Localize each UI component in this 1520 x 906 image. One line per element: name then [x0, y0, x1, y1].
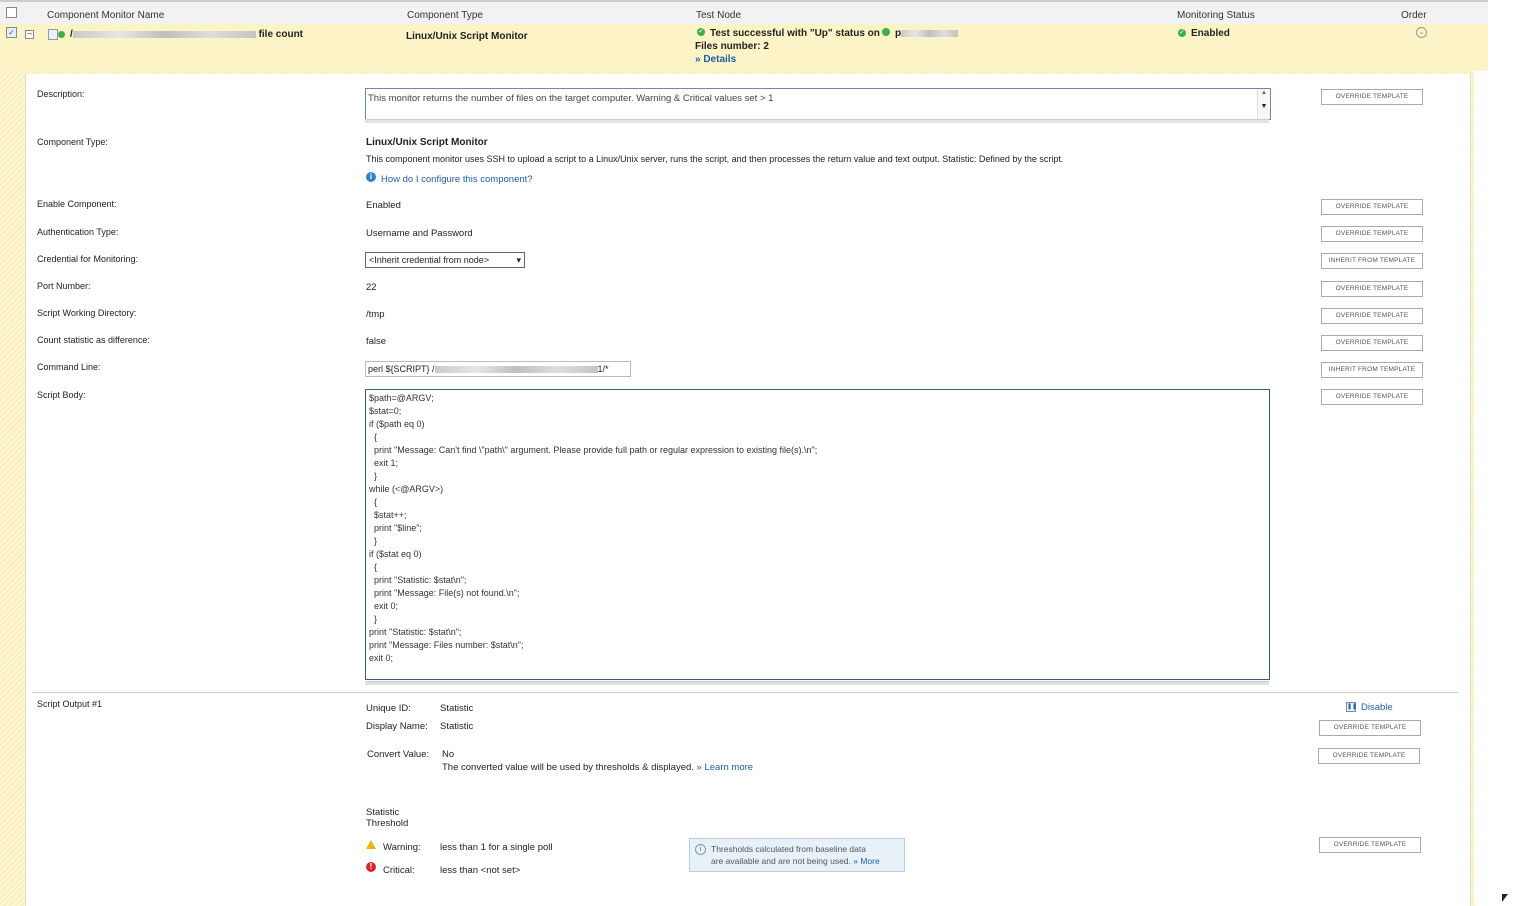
description-label: Description:	[37, 89, 85, 99]
section-divider	[32, 692, 1458, 693]
override-template-button[interactable]: OVERRIDE TEMPLATE	[1321, 389, 1423, 405]
critical-label: Critical:	[383, 865, 415, 876]
info-icon: i	[366, 172, 376, 182]
override-template-button[interactable]: OVERRIDE TEMPLATE	[1319, 837, 1421, 853]
chevron-down-icon[interactable]: ⌄	[1416, 27, 1427, 38]
baseline-more-link[interactable]: » More	[853, 856, 879, 866]
row-checkbox[interactable]: ✓	[6, 27, 17, 38]
component-icon	[48, 29, 58, 40]
test-result: Test successful with "Up" status on	[710, 28, 880, 39]
files-number: Files number: 2	[695, 41, 769, 52]
override-template-button[interactable]: OVERRIDE TEMPLATE	[1318, 748, 1420, 764]
info-icon: i	[695, 844, 706, 855]
col-header-name[interactable]: Component Monitor Name	[47, 10, 164, 21]
chevron-down-icon: ▾	[516, 255, 521, 265]
pause-icon[interactable]: ❚❚	[1346, 702, 1357, 712]
override-template-button[interactable]: OVERRIDE TEMPLATE	[1319, 720, 1421, 736]
override-template-button[interactable]: OVERRIDE TEMPLATE	[1321, 281, 1423, 297]
table-header: Component Monitor Name Component Type Te…	[0, 0, 1488, 27]
description-field[interactable]: This monitor returns the number of files…	[365, 88, 1271, 120]
convert-value: No	[442, 749, 455, 760]
port-value: 22	[366, 282, 377, 293]
override-template-button[interactable]: OVERRIDE TEMPLATE	[1321, 335, 1423, 351]
credential-select[interactable]: <Inherit credential from node> ▾	[365, 252, 525, 268]
col-header-status[interactable]: Monitoring Status	[1177, 10, 1255, 21]
command-line-label: Command Line:	[37, 362, 101, 372]
override-template-button[interactable]: OVERRIDE TEMPLATE	[1321, 226, 1423, 242]
workdir-label: Script Working Directory:	[37, 308, 137, 318]
warning-label: Warning:	[383, 842, 421, 853]
convert-note: The converted value will be used by thre…	[442, 762, 754, 773]
auth-type-value: Username and Password	[366, 228, 473, 239]
component-type-label: Component Type:	[37, 137, 108, 147]
status-up-icon	[58, 31, 65, 38]
node-status-icon	[882, 28, 890, 36]
workdir-value: /tmp	[366, 309, 385, 320]
count-statistic-label: Count statistic as difference:	[37, 335, 150, 345]
warning-value: less than 1 for a single poll	[440, 842, 553, 853]
command-line-input[interactable]: perl ${SCRIPT} /1/*	[365, 361, 631, 377]
display-name-value: Statistic	[440, 721, 474, 732]
enabled-check-icon: ✓	[1178, 29, 1186, 37]
warning-icon	[366, 840, 376, 849]
port-label: Port Number:	[37, 281, 91, 291]
select-all-checkbox[interactable]	[6, 7, 17, 18]
count-statistic-value: false	[366, 336, 387, 347]
credential-label: Credential for Monitoring:	[37, 254, 139, 264]
description-scrollbar[interactable]: ▲ ▼	[1257, 89, 1270, 119]
display-name-label: Display Name:	[366, 721, 428, 732]
baseline-info-box: i Thresholds calculated from baseline da…	[689, 838, 905, 872]
override-template-button[interactable]: OVERRIDE TEMPLATE	[1321, 199, 1423, 215]
help-link[interactable]: How do I configure this component?	[381, 174, 533, 185]
inherit-template-button[interactable]: INHERIT FROM TEMPLATE	[1321, 362, 1423, 378]
enable-component-value: Enabled	[366, 200, 401, 211]
check-icon: ✓	[697, 28, 705, 36]
statistic-threshold-title: Statistic Threshold	[366, 807, 409, 829]
component-name[interactable]: / file count	[70, 29, 303, 40]
description-resize-handle[interactable]	[365, 119, 1269, 123]
component-row: ✓ – / file count Linux/Unix Script Monit…	[0, 24, 1488, 71]
unique-id-value: Statistic	[440, 703, 474, 714]
disable-link[interactable]: Disable	[1361, 702, 1393, 713]
script-body-editor[interactable]: $path=@ARGV; $stat=0; if ($path eq 0) { …	[365, 389, 1270, 680]
critical-icon: !	[366, 862, 376, 872]
unique-id-label: Unique ID:	[366, 703, 411, 714]
override-template-button[interactable]: OVERRIDE TEMPLATE	[1321, 89, 1423, 105]
auth-type-label: Authentication Type:	[37, 227, 119, 237]
test-node-name: p	[895, 28, 959, 39]
learn-more-link[interactable]: » Learn more	[697, 762, 754, 773]
critical-value: less than <not set>	[440, 865, 521, 876]
script-body-label: Script Body:	[37, 390, 86, 400]
convert-value-label: Convert Value:	[367, 749, 430, 760]
details-link[interactable]: » Details	[695, 54, 736, 65]
col-header-order[interactable]: Order	[1401, 10, 1427, 21]
collapse-icon[interactable]: –	[25, 30, 34, 39]
override-template-button[interactable]: OVERRIDE TEMPLATE	[1321, 308, 1423, 324]
component-type-value: Linux/Unix Script Monitor	[366, 137, 488, 148]
script-output-label: Script Output #1	[37, 699, 103, 709]
col-header-test[interactable]: Test Node	[696, 10, 741, 21]
script-resize-handle[interactable]	[365, 681, 1269, 685]
mouse-cursor-icon	[1502, 894, 1508, 902]
component-type: Linux/Unix Script Monitor	[406, 31, 528, 42]
inherit-template-button[interactable]: INHERIT FROM TEMPLATE	[1321, 253, 1423, 269]
enable-component-label: Enable Component:	[37, 199, 117, 209]
monitoring-status: Enabled	[1191, 28, 1230, 39]
col-header-type[interactable]: Component Type	[407, 10, 483, 21]
component-type-description: This component monitor uses SSH to uploa…	[366, 154, 1064, 164]
